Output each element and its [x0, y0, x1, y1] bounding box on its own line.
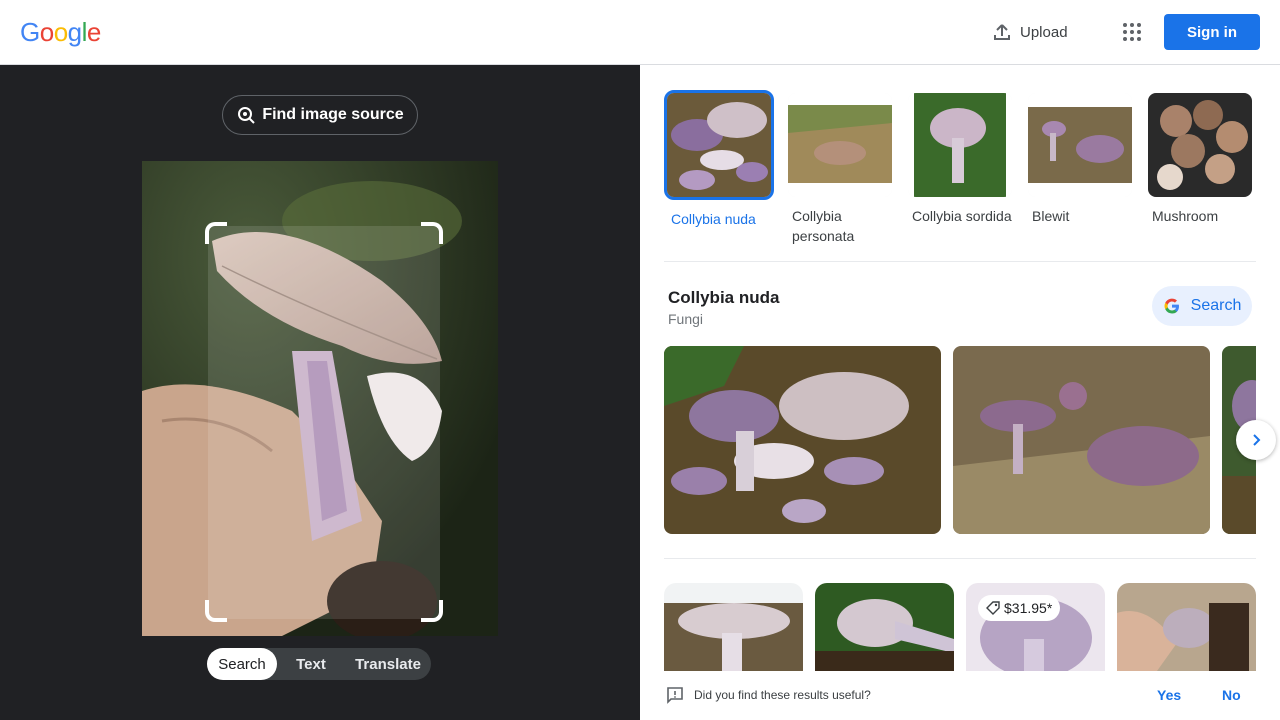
mode-tab-text[interactable]: Text — [277, 648, 345, 680]
feedback-question: Did you find these results useful? — [694, 688, 871, 702]
crop-handle[interactable] — [205, 600, 227, 622]
match-chip[interactable]: Collybia sordida — [908, 93, 1012, 226]
upload-icon — [994, 24, 1010, 40]
logo-letter: o — [53, 17, 68, 47]
entity-search-label: Search — [1190, 297, 1242, 314]
query-image-panel: Find image source Search Text Translate — [0, 65, 640, 720]
logo-letter: e — [86, 17, 101, 47]
match-label: Blewit — [1032, 208, 1070, 224]
find-image-source-button[interactable]: Find image source — [222, 95, 418, 135]
google-g-icon — [1164, 298, 1179, 314]
match-chip[interactable]: Collybia nuda — [664, 90, 774, 229]
match-thumbnail — [1028, 93, 1132, 197]
match-label: Collybia nuda — [671, 211, 756, 227]
match-label: Mushroom — [1152, 208, 1219, 224]
entity-subtitle: Fungi — [668, 311, 704, 327]
chevron-right-icon — [1253, 434, 1261, 446]
crop-handle[interactable] — [421, 222, 443, 244]
feedback-yes-button[interactable]: Yes — [1157, 687, 1181, 703]
match-label: Collybia personata — [792, 208, 855, 244]
price-tag-icon — [986, 601, 1000, 615]
logo-letter: o — [39, 17, 54, 47]
carousel-next-button[interactable] — [1236, 420, 1276, 460]
price-label: $31.95* — [1004, 600, 1053, 616]
match-thumbnail — [1148, 93, 1252, 197]
match-label: Collybia sordida — [912, 208, 1012, 224]
entity-search-button[interactable]: Search — [1152, 286, 1252, 326]
feedback-icon — [667, 687, 683, 704]
feedback-bar: Did you find these results useful? Yes N… — [640, 671, 1280, 720]
sign-in-button[interactable]: Sign in — [1164, 14, 1260, 50]
mode-tab-search[interactable]: Search — [207, 648, 277, 680]
crop-handle[interactable] — [205, 222, 227, 244]
upload-button[interactable]: Upload — [992, 18, 1068, 46]
divider — [664, 558, 1256, 559]
mode-tab-translate[interactable]: Translate — [345, 648, 431, 680]
mode-switcher: Search Text Translate — [207, 648, 431, 680]
match-chip[interactable]: Collybia personata — [788, 93, 892, 246]
match-thumbnail — [788, 93, 892, 197]
result-card[interactable] — [815, 583, 954, 671]
result-card[interactable] — [664, 583, 803, 671]
entity-image[interactable] — [664, 346, 941, 534]
results-panel: Collybia nuda Collybia personata Collybi… — [640, 65, 1280, 720]
crop-selection[interactable] — [205, 222, 443, 622]
divider — [664, 261, 1256, 262]
feedback-no-button[interactable]: No — [1222, 687, 1241, 703]
match-chip[interactable]: Mushroom — [1148, 93, 1252, 226]
match-chip[interactable]: Blewit — [1028, 93, 1132, 226]
entity-image[interactable] — [953, 346, 1210, 534]
price-badge: $31.95* — [978, 595, 1061, 621]
lens-search-icon — [238, 107, 256, 124]
crop-handle[interactable] — [421, 600, 443, 622]
logo-letter: g — [67, 17, 82, 47]
entity-title: Collybia nuda — [668, 288, 780, 307]
result-card[interactable]: $31.95* — [966, 583, 1105, 671]
apps-grid-icon[interactable] — [1118, 18, 1146, 46]
match-thumbnail — [908, 93, 1012, 197]
find-image-source-label: Find image source — [262, 106, 404, 123]
result-card[interactable] — [1117, 583, 1256, 671]
logo-letter: G — [20, 17, 40, 47]
upload-label: Upload — [1020, 23, 1068, 41]
match-thumbnail — [664, 90, 774, 200]
top-bar: Google Upload Sign in — [0, 0, 1280, 65]
google-logo[interactable]: Google — [20, 17, 101, 48]
